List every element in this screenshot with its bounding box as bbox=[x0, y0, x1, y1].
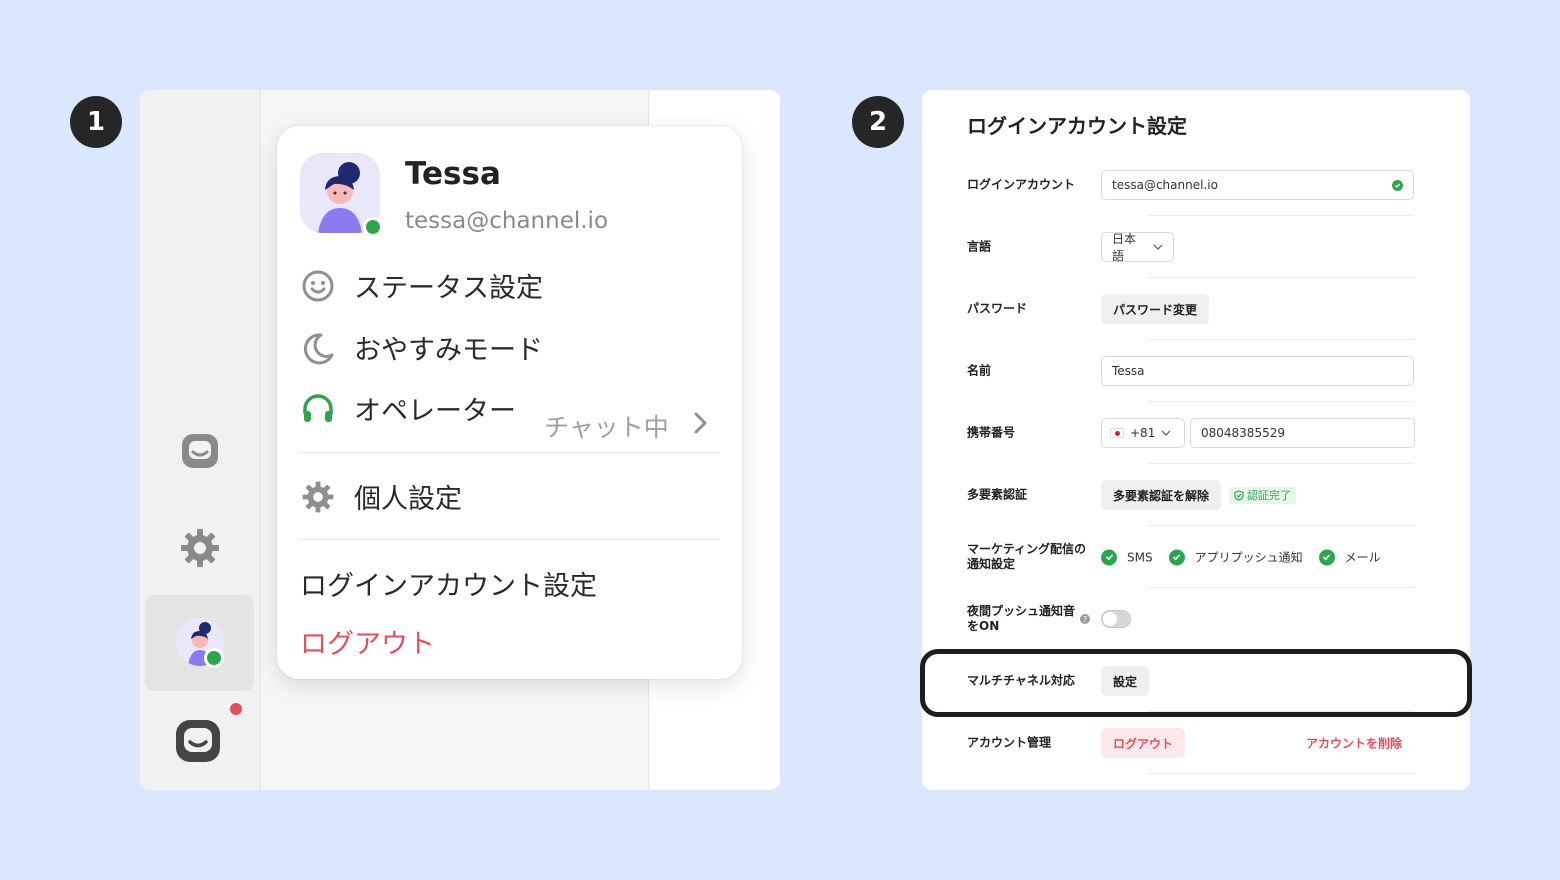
phone-number-field[interactable]: 08048385529 bbox=[1190, 418, 1415, 448]
row-label: ログインアカウント bbox=[967, 177, 1076, 192]
profile-email: tessa@channel.io bbox=[405, 208, 609, 234]
profile-name: Tessa bbox=[405, 156, 501, 192]
row-label: 夜間プッシュ通知音をON bbox=[967, 604, 1076, 633]
menu-item-personal-settings[interactable]: 個人設定 bbox=[300, 477, 462, 516]
logout-button[interactable]: ログアウト bbox=[1101, 728, 1186, 758]
row-label: マーケティング配信の通知設定 bbox=[967, 542, 1087, 571]
row-account-management: アカウント管理 ログアウト アカウントを削除 bbox=[967, 712, 1414, 774]
language-select[interactable]: 日本語 bbox=[1101, 232, 1174, 263]
checkbox-label: メール bbox=[1344, 550, 1381, 565]
notification-dot bbox=[230, 703, 242, 715]
login-account-value: tessa@channel.io bbox=[1112, 178, 1218, 192]
menu-item-label: おやすみモード bbox=[354, 335, 543, 366]
language-value: 日本語 bbox=[1112, 232, 1137, 263]
checkbox-email[interactable]: メール bbox=[1318, 549, 1381, 566]
country-code-value: +81 bbox=[1130, 426, 1156, 440]
profile-avatar-button[interactable] bbox=[145, 595, 254, 691]
checkbox-sms[interactable]: SMS bbox=[1101, 549, 1153, 565]
menu-item-logout[interactable]: ログアウト bbox=[300, 622, 435, 661]
delete-account-link[interactable]: アカウントを削除 bbox=[1306, 735, 1402, 752]
divider bbox=[300, 452, 719, 453]
online-status-dot bbox=[363, 217, 383, 237]
status-badge: 認証完了 bbox=[1229, 486, 1297, 504]
menu-item-operator[interactable]: オペレーター bbox=[300, 389, 516, 428]
profile-menu-popup: Tessa tessa@channel.io ステータス設定 おやすみモード オ… bbox=[277, 126, 742, 679]
menu-item-status[interactable]: ステータス設定 bbox=[300, 266, 543, 305]
operator-status-text: チャット中 bbox=[544, 413, 669, 442]
gear-icon bbox=[300, 479, 336, 515]
shield-check-icon bbox=[1234, 489, 1244, 501]
check-icon bbox=[1101, 549, 1117, 565]
country-code-select[interactable]: +81 bbox=[1101, 418, 1185, 448]
row-login-account: ログインアカウント tessa@channel.io bbox=[967, 154, 1414, 216]
row-label: 多要素認証 bbox=[967, 487, 1028, 502]
smile-icon bbox=[300, 268, 336, 304]
row-marketing-notification: マーケティング配信の通知設定 SMS アプリプッシュ通知 メール bbox=[967, 526, 1414, 588]
moon-icon bbox=[300, 330, 336, 366]
row-language: 言語 日本語 bbox=[967, 216, 1414, 278]
row-name: 名前 Tessa bbox=[967, 340, 1414, 402]
login-account-field[interactable]: tessa@channel.io bbox=[1101, 170, 1414, 200]
chevron-down-icon bbox=[1161, 426, 1171, 440]
step-badge-1: 1 bbox=[70, 96, 122, 148]
badge-label: 認証完了 bbox=[1247, 489, 1292, 502]
gear-icon[interactable] bbox=[178, 526, 222, 570]
night-push-toggle[interactable] bbox=[1101, 610, 1131, 628]
name-field[interactable]: Tessa bbox=[1101, 356, 1414, 386]
online-status-dot bbox=[204, 648, 224, 668]
row-label: 言語 bbox=[967, 239, 992, 254]
check-icon bbox=[1168, 549, 1185, 565]
checkbox-app-push[interactable]: アプリプッシュ通知 bbox=[1168, 549, 1303, 566]
menu-item-label: 個人設定 bbox=[354, 484, 462, 515]
highlight-frame bbox=[920, 649, 1472, 717]
disable-mfa-button[interactable]: 多要素認証を解除 bbox=[1101, 480, 1222, 510]
checkbox-label: SMS bbox=[1127, 550, 1153, 564]
row-label: アカウント管理 bbox=[967, 735, 1052, 750]
menu-item-login-account-settings[interactable]: ログインアカウント設定 bbox=[300, 564, 597, 603]
change-password-button[interactable]: パスワード変更 bbox=[1101, 294, 1210, 324]
menu-item-sleep-mode[interactable]: おやすみモード bbox=[300, 328, 543, 367]
row-label: 名前 bbox=[967, 363, 992, 378]
row-mfa: 多要素認証 多要素認証を解除 認証完了 bbox=[967, 464, 1414, 526]
channel-chat-icon[interactable] bbox=[173, 716, 223, 766]
chat-bubble-icon[interactable] bbox=[178, 430, 222, 472]
verified-check-icon bbox=[1392, 179, 1403, 191]
chevron-down-icon bbox=[1153, 240, 1163, 254]
row-label: パスワード bbox=[967, 301, 1028, 316]
row-phone: 携帯番号 +81 08048385529 bbox=[967, 402, 1415, 464]
left-navigation-rail bbox=[140, 90, 261, 790]
menu-item-label: ステータス設定 bbox=[354, 273, 543, 304]
row-password: パスワード パスワード変更 bbox=[967, 278, 1414, 340]
divider bbox=[300, 539, 719, 540]
app-window-panel: Tessa tessa@channel.io ステータス設定 おやすみモード オ… bbox=[140, 90, 780, 790]
check-icon bbox=[1318, 549, 1335, 565]
row-night-push: 夜間プッシュ通知音をON ? bbox=[967, 588, 1414, 650]
chevron-right-icon bbox=[693, 409, 709, 441]
page-title: ログインアカウント設定 bbox=[967, 114, 1187, 138]
menu-item-label: オペレーター bbox=[354, 396, 516, 427]
help-icon[interactable]: ? bbox=[1080, 614, 1090, 624]
step-badge-2: 2 bbox=[852, 96, 904, 148]
row-label: 携帯番号 bbox=[967, 425, 1016, 440]
checkbox-label: アプリプッシュ通知 bbox=[1194, 550, 1303, 565]
japan-flag-icon bbox=[1110, 428, 1124, 438]
headset-icon bbox=[300, 391, 336, 427]
